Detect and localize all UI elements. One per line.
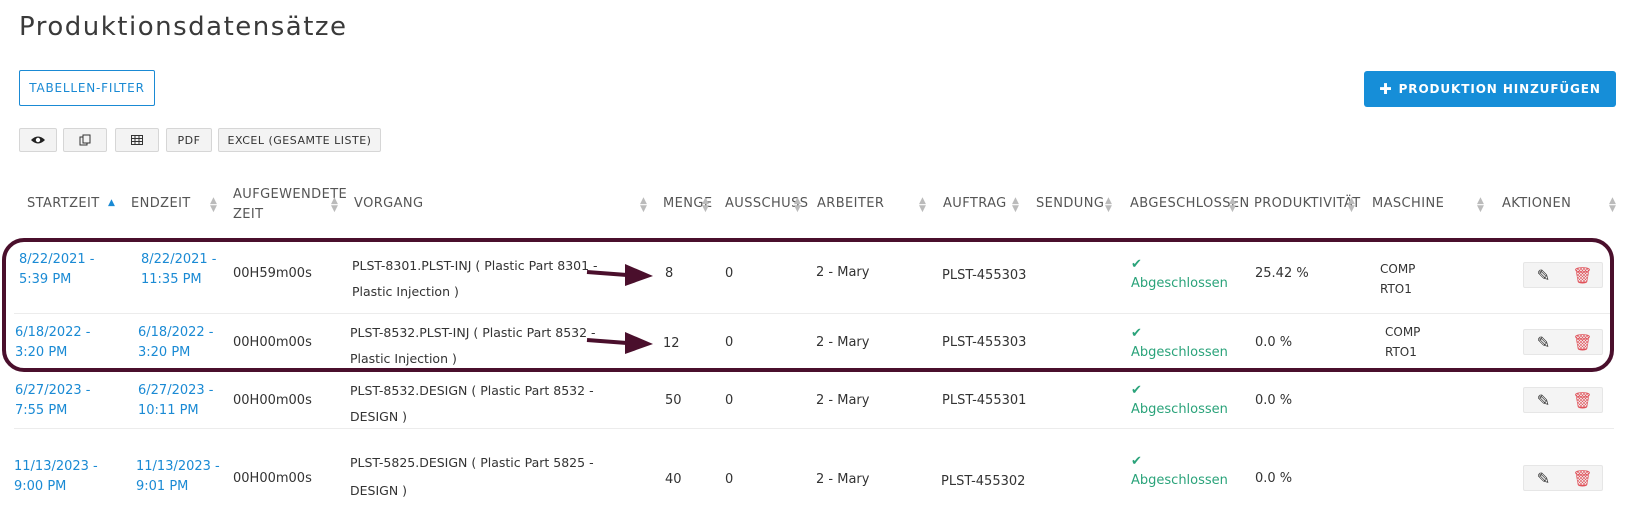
eye-icon <box>31 136 45 144</box>
operation: PLST-8532.DESIGN ( Plastic Part 8532 - DE… <box>350 383 594 424</box>
add-production-label: PRODUKTION HINZUFÜGEN <box>1398 82 1601 96</box>
worker: 2 - Mary <box>816 393 870 408</box>
column-visibility-button[interactable] <box>19 128 57 152</box>
sort-icon[interactable]: ▲ ▼ <box>1105 197 1112 214</box>
arrow-icon <box>586 264 653 286</box>
row-actions: ✎ 🗑 <box>1523 465 1603 491</box>
column-header-maschine[interactable]: MASCHINE <box>1372 196 1444 211</box>
column-header-vorgang[interactable]: VORGANG <box>354 196 424 211</box>
order: PLST-455301 <box>942 393 1027 408</box>
column-header-zeit: ZEIT <box>233 207 264 222</box>
start-time-link[interactable]: 6/27/2023 -7:55 PM <box>15 381 90 421</box>
edit-icon[interactable]: ✎ <box>1524 466 1563 490</box>
productivity: 0.0 % <box>1255 471 1293 486</box>
worker: 2 - Mary <box>816 472 870 487</box>
row-actions: ✎ 🗑 <box>1523 387 1603 413</box>
column-header-produktivitaet[interactable]: PRODUKTIVITÄT <box>1254 196 1361 211</box>
page-title: Produktionsdatensätze <box>19 12 348 42</box>
sort-asc-icon[interactable]: ▲ <box>108 198 115 208</box>
sort-icon[interactable]: ▲ ▼ <box>794 197 801 214</box>
start-time-link[interactable]: 11/13/2023 -9:00 PM <box>14 457 98 497</box>
sort-icon[interactable]: ▲ ▼ <box>1012 197 1019 214</box>
csv-button[interactable] <box>115 128 159 152</box>
quantity: 50 <box>665 393 682 408</box>
sort-icon[interactable]: ▲ ▼ <box>331 197 338 214</box>
check-icon: ✔ <box>1131 383 1142 398</box>
row-divider <box>14 428 1614 429</box>
spent-time: 00H00m00s <box>233 393 312 408</box>
column-header-startzeit[interactable]: STARTZEIT <box>27 196 100 211</box>
operation: PLST-5825.DESIGN ( Plastic Part 5825 - DE… <box>350 455 594 498</box>
sort-icon[interactable]: ▲ ▼ <box>1229 197 1236 214</box>
sort-icon[interactable]: ▲ ▼ <box>210 197 217 214</box>
scrap: 0 <box>725 472 734 487</box>
column-header-auftrag[interactable]: AUFTRAG <box>943 196 1007 211</box>
sort-icon[interactable]: ▲ ▼ <box>919 197 926 214</box>
end-time-link[interactable]: 11/13/2023 -9:01 PM <box>136 457 220 497</box>
excel-button[interactable]: EXCEL (GESAMTE LISTE) <box>218 128 381 152</box>
column-header-aktionen[interactable]: AKTIONEN <box>1502 196 1571 211</box>
edit-icon[interactable]: ✎ <box>1524 388 1563 412</box>
sort-icon[interactable]: ▲ ▼ <box>1477 197 1484 214</box>
column-header-endzeit[interactable]: ENDZEIT <box>131 196 191 211</box>
order: PLST-455302 <box>941 474 1026 489</box>
plus-icon: ✚ <box>1379 80 1393 98</box>
column-header-arbeiter[interactable]: ARBEITER <box>817 196 884 211</box>
sort-icon[interactable]: ▲ ▼ <box>1348 197 1355 214</box>
end-time-link[interactable]: 6/27/2023 -10:11 PM <box>138 381 213 421</box>
productivity: 0.0 % <box>1255 393 1293 408</box>
check-icon: ✔ <box>1131 454 1142 469</box>
spent-time: 00H00m00s <box>233 471 312 486</box>
copy-icon <box>79 134 91 146</box>
scrap: 0 <box>725 393 734 408</box>
status-completed: ✔ Abgeschlossen <box>1131 454 1228 488</box>
column-header-sendung[interactable]: SENDUNG <box>1036 196 1104 211</box>
sort-icon[interactable]: ▲ ▼ <box>1609 197 1616 214</box>
trash-icon[interactable]: 🗑 <box>1563 388 1602 412</box>
arrow-icon <box>586 332 653 354</box>
table-icon <box>131 135 143 145</box>
status-completed: ✔ Abgeschlossen <box>1131 383 1228 417</box>
copy-button[interactable] <box>63 128 107 152</box>
quantity: 40 <box>665 472 682 487</box>
add-production-button[interactable]: ✚ PRODUKTION HINZUFÜGEN <box>1364 71 1616 107</box>
trash-icon[interactable]: 🗑 <box>1563 466 1602 490</box>
sort-icon[interactable]: ▲ ▼ <box>640 197 647 214</box>
sort-icon[interactable]: ▲ ▼ <box>702 197 709 214</box>
highlight-box <box>2 238 1614 372</box>
pdf-button[interactable]: PDF <box>166 128 212 152</box>
table-filter-button[interactable]: TABELLEN-FILTER <box>19 70 155 106</box>
